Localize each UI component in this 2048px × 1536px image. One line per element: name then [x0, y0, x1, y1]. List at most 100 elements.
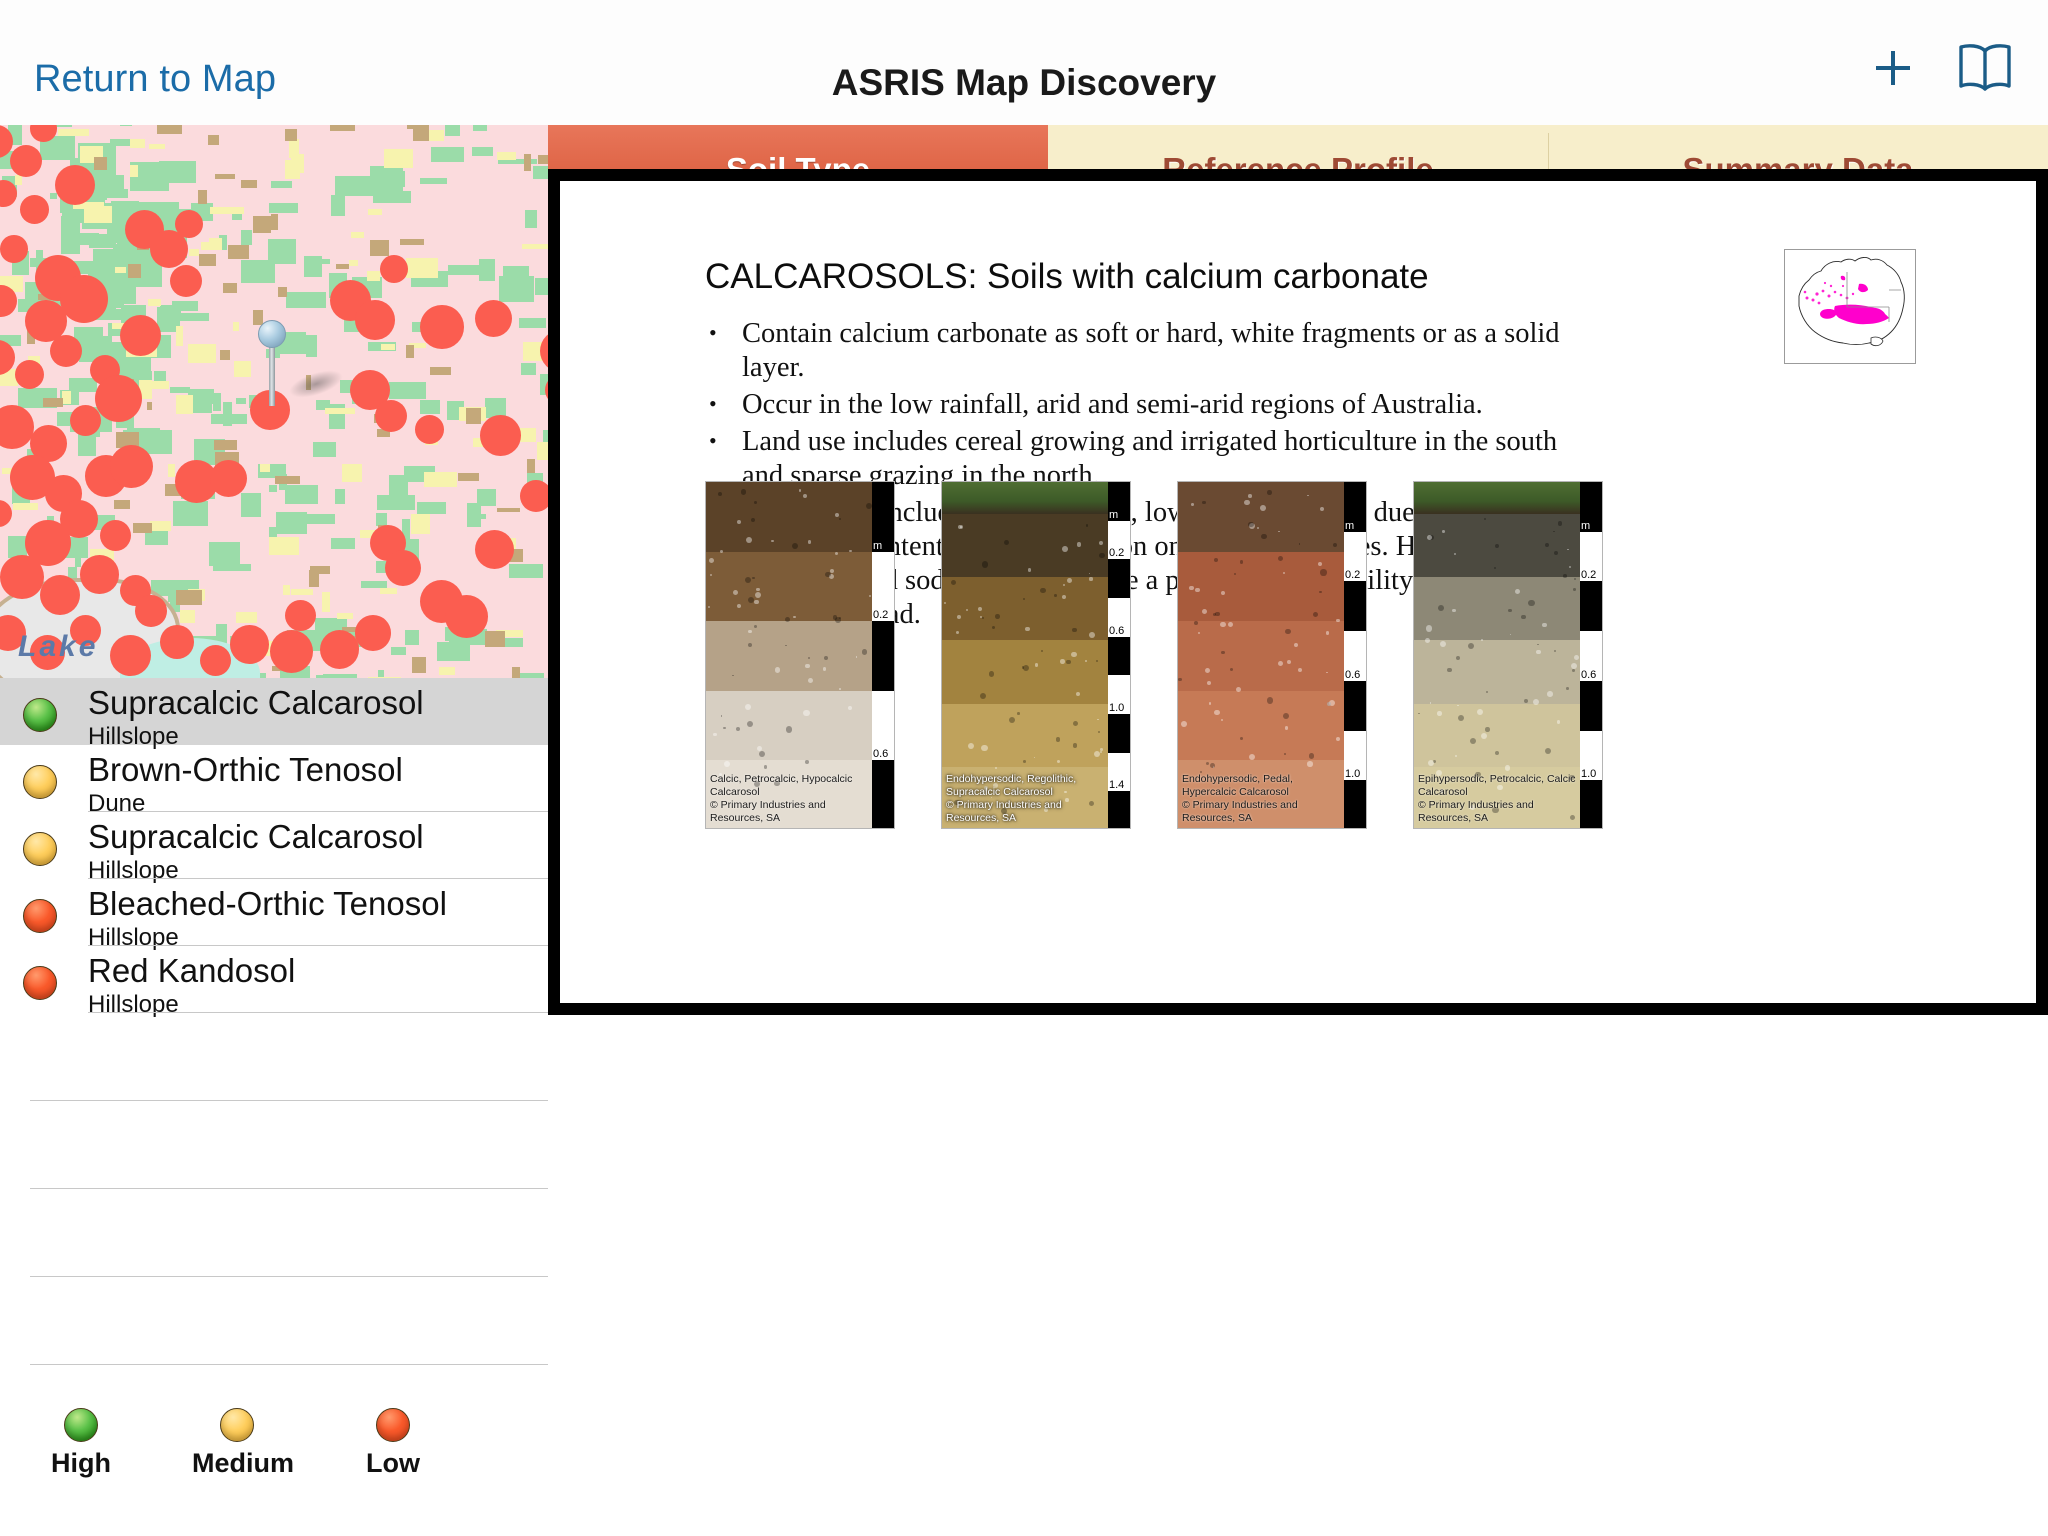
map-polygon: [43, 398, 62, 406]
empty-list-row: [0, 1189, 548, 1277]
map-pin-icon[interactable]: [252, 320, 292, 410]
soil-texture-speck: [1267, 490, 1272, 495]
map-site-marker: [445, 595, 488, 638]
soil-list-item[interactable]: Red Kandosol Hillslope: [0, 946, 548, 1013]
soil-texture-speck: [1278, 556, 1283, 561]
soil-horizon: [942, 640, 1130, 704]
map-polygon: [304, 514, 335, 524]
scale-tick: 0.6: [1344, 631, 1366, 681]
soil-profile-photo[interactable]: m 0.2 0.6 1.0 Endohypersodic, Pedal, Hyperca…: [1177, 481, 1367, 829]
soil-texture-speck: [1240, 737, 1243, 740]
soil-texture-speck: [1060, 659, 1065, 664]
scale-tick-dark: [1108, 637, 1130, 676]
soil-texture-speck: [1484, 518, 1486, 520]
soil-texture-speck: [981, 745, 987, 751]
soil-horizon: [1414, 640, 1602, 704]
map-site-marker: [175, 210, 203, 238]
map-site-marker: [230, 625, 269, 664]
map-polygon: [380, 588, 397, 595]
soil-texture-speck: [968, 743, 974, 749]
soil-texture-speck: [1261, 534, 1267, 540]
map-polygon: [471, 514, 486, 519]
soil-profile-photo[interactable]: m 0.2 0.6 Calcic, Petrocalcic, Hypocalcic C…: [705, 481, 895, 829]
soil-list-item[interactable]: Brown-Orthic Tenosol Dune: [0, 745, 548, 812]
map-polygon: [522, 244, 548, 249]
map-polygon: [322, 592, 330, 611]
map-polygon: [499, 276, 534, 301]
map-polygon: [58, 129, 90, 136]
soil-list-item[interactable]: Supracalcic Calcarosol Hillslope: [0, 678, 548, 745]
profile-caption: Calcic, Petrocalcic, Hypocalcic Calcaros…: [706, 773, 872, 825]
map-polygon: [331, 195, 345, 216]
soil-texture-speck: [1574, 578, 1576, 580]
profile-caption-line1: Endohypersodic, Pedal, Hypercalcic Calca…: [1182, 773, 1344, 799]
map-polygon: [381, 344, 395, 350]
soil-texture-speck: [1063, 584, 1065, 586]
map-site-marker: [60, 275, 108, 323]
map-polygon: [89, 234, 116, 248]
soil-texture-speck: [1209, 702, 1212, 705]
map-polygon: [62, 208, 81, 222]
map-polygon: [525, 210, 538, 228]
soil-horizon: [942, 577, 1130, 641]
map-polygon: [128, 264, 142, 278]
depth-scale-bar: m 0.2 0.6: [872, 482, 894, 828]
map-polygon: [537, 442, 548, 460]
soil-list-item-text: Brown-Orthic Tenosol Dune: [88, 751, 548, 818]
map-polygon: [276, 512, 306, 534]
depth-scale-bar: m 0.2 0.6 1.0: [1344, 482, 1366, 828]
map-site-marker: [480, 415, 521, 456]
map-polygon: [368, 209, 382, 215]
soil-texture-speck: [1284, 753, 1286, 755]
map-polygon: [377, 495, 415, 510]
map-polygon: [304, 256, 322, 277]
soil-texture-speck: [754, 600, 758, 604]
soil-texture-speck: [995, 614, 1000, 619]
confidence-dot-medium: [23, 765, 57, 799]
scale-tick: 0.2: [1580, 532, 1602, 582]
soil-name: Supracalcic Calcarosol: [88, 818, 548, 856]
soil-texture-speck: [1089, 632, 1095, 638]
map-site-marker: [475, 530, 514, 569]
soil-profile-photo[interactable]: m 0.2 0.6 1.0 Epihypersodic, Petrocalcic, Ca…: [1413, 481, 1603, 829]
soil-texture-speck: [775, 667, 781, 673]
scale-tick-dark: [1108, 791, 1130, 829]
soil-texture-speck: [1485, 727, 1489, 731]
depth-scale-bar: m 0.2 0.6 1.0: [1580, 482, 1602, 828]
soil-list-item[interactable]: Supracalcic Calcarosol Hillslope: [0, 812, 548, 879]
map-polygon: [473, 125, 487, 131]
soil-texture-speck: [1097, 719, 1099, 721]
soil-texture-speck: [830, 569, 834, 573]
map-polygon: [521, 363, 537, 375]
map-polygon: [213, 393, 221, 411]
legend-item-low: Low: [348, 1408, 438, 1479]
map-polygon: [150, 521, 171, 530]
plus-icon[interactable]: [1870, 45, 1916, 96]
soil-list-item-text: Red Kandosol Hillslope: [88, 952, 548, 1019]
map-polygon: [430, 367, 451, 376]
soil-texture-speck: [805, 664, 810, 669]
calcarosols-slide: CALCAROSOLS: Soils with calcium carbonat…: [560, 181, 2036, 1003]
map-thumbnail[interactable]: Lake: [0, 125, 548, 678]
map-polygon: [424, 472, 456, 487]
soil-texture-speck: [1062, 546, 1068, 552]
open-book-icon[interactable]: [1956, 42, 2014, 99]
soil-texture-speck: [1470, 738, 1477, 745]
map-polygon: [147, 402, 152, 409]
soil-texture-speck: [1099, 541, 1103, 545]
soil-texture-speck: [713, 733, 717, 737]
soil-list-item[interactable]: Bleached-Orthic Tenosol Hillslope: [0, 879, 548, 946]
soil-texture-speck: [1041, 650, 1043, 652]
map-polygon: [389, 382, 427, 399]
map-polygon: [170, 387, 190, 393]
map-site-marker: [355, 615, 391, 651]
map-polygon: [199, 254, 216, 266]
map-site-marker: [80, 555, 119, 594]
map-site-marker: [0, 555, 44, 599]
soil-texture-speck: [1198, 632, 1200, 634]
soil-texture-speck: [1481, 733, 1487, 739]
map-site-marker: [100, 520, 131, 551]
scale-unit-label: m: [1580, 482, 1602, 532]
map-polygon: [283, 585, 291, 595]
soil-profile-photo[interactable]: m 0.2 0.6 1.0 1.4 Endohypersodic, Regolithic,…: [941, 481, 1131, 829]
